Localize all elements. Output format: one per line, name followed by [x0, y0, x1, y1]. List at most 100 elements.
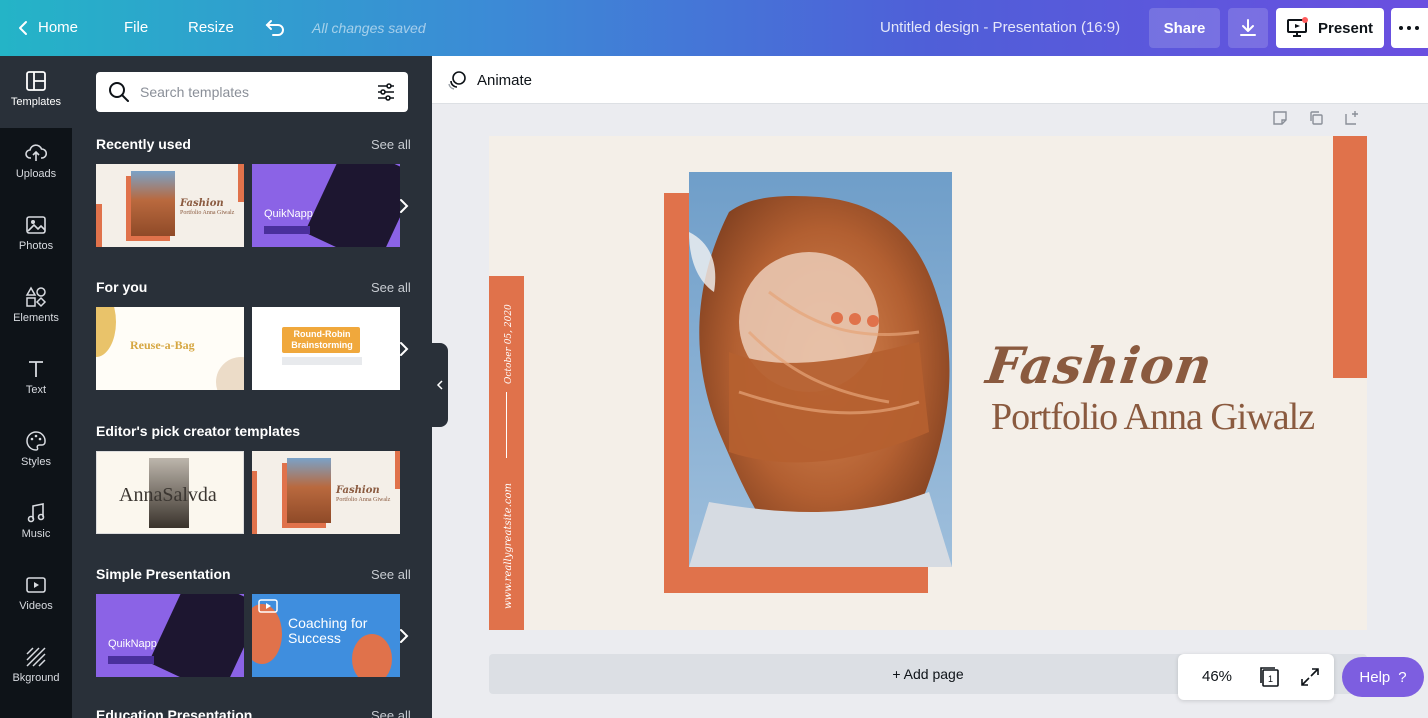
section-title-simple-presentation: Simple Presentation: [96, 566, 231, 582]
download-button[interactable]: [1228, 8, 1268, 48]
rail-label: Elements: [13, 312, 59, 324]
section-title-education-presentation: Education Presentation: [96, 707, 253, 718]
thumb-photo: [131, 171, 175, 236]
thumb-decor: [96, 307, 116, 357]
thumb-decor: [148, 594, 244, 677]
rail-label: Uploads: [15, 168, 57, 180]
rail-item-photos[interactable]: Photos: [0, 200, 72, 272]
slide-divider-line[interactable]: [506, 392, 507, 458]
thumb-title: Round-Robin Brainstorming: [291, 329, 353, 350]
thumb-decor: [238, 164, 244, 202]
video-icon: [258, 599, 278, 613]
thumb-title: Coaching for Success: [288, 615, 368, 646]
rail-item-elements[interactable]: Elements: [0, 272, 72, 344]
rail-item-styles[interactable]: Styles: [0, 416, 72, 488]
editor-toolbar: Animate: [432, 56, 1428, 104]
template-thumb-anna[interactable]: AnnaSalvda: [96, 451, 244, 534]
video-icon: [26, 577, 46, 593]
template-thumb-reuse-a-bag[interactable]: Reuse-a-Bag: [96, 307, 244, 390]
slide-subtitle[interactable]: Portfolio Anna Giwalz: [991, 395, 1315, 439]
chevron-right-icon[interactable]: [394, 196, 414, 216]
rail-item-templates[interactable]: Templates: [0, 56, 72, 128]
slide-title[interactable]: Fashion: [983, 336, 1217, 395]
present-button[interactable]: Present: [1276, 8, 1384, 48]
rail-item-videos[interactable]: Videos: [0, 560, 72, 632]
file-menu[interactable]: File: [124, 0, 148, 56]
fullscreen-icon[interactable]: [1300, 667, 1320, 687]
undo-button[interactable]: [263, 16, 287, 40]
see-all-link[interactable]: See all: [371, 708, 411, 718]
thumb-decor: [282, 357, 362, 365]
slide-photo[interactable]: [689, 172, 952, 567]
rail-item-background[interactable]: Bkground: [0, 632, 72, 704]
animate-label: Animate: [477, 71, 533, 89]
more-dot-icon: [1399, 26, 1403, 30]
page-tools: [1272, 110, 1360, 126]
see-all-link[interactable]: See all: [371, 137, 411, 152]
section-title-recently-used: Recently used: [96, 136, 191, 152]
page-grid-icon[interactable]: 1: [1258, 665, 1282, 689]
help-question-icon: ?: [1398, 668, 1407, 686]
slide-canvas[interactable]: October 05, 2020 www.reallygreatsite.com: [489, 136, 1367, 630]
side-nav-rail: Templates Uploads Photos Elements Text S…: [0, 56, 72, 718]
template-thumb-fashion[interactable]: Fashion Portfolio Anna Giwalz: [96, 164, 244, 247]
animate-button[interactable]: Animate: [446, 69, 532, 91]
search-input[interactable]: [140, 72, 360, 112]
photo-icon: [26, 216, 46, 234]
more-dot-icon: [1415, 26, 1419, 30]
help-button[interactable]: Help ?: [1342, 657, 1424, 697]
thumb-subtitle: Portfolio Anna Giwalz: [180, 210, 235, 216]
slide-accent-bar-right[interactable]: [1333, 136, 1367, 378]
share-button[interactable]: Share: [1149, 8, 1220, 48]
chevron-right-icon[interactable]: [394, 626, 414, 646]
template-thumb-round-robin[interactable]: Round-Robin Brainstorming: [252, 307, 400, 390]
slide-url: www.reallygreatsite.com: [503, 483, 514, 609]
animate-icon: [448, 71, 466, 90]
template-thumb-fashion-2[interactable]: Fashion Portfolio Anna Giwalz: [252, 451, 400, 534]
thumb-decor: [252, 604, 282, 664]
rail-item-text[interactable]: Text: [0, 344, 72, 416]
thumb-decor: [96, 204, 102, 247]
download-icon: [1240, 19, 1256, 36]
templates-icon: [26, 71, 46, 91]
filter-icon[interactable]: [376, 82, 396, 102]
home-button[interactable]: Home: [18, 0, 78, 56]
zoom-level[interactable]: 46%: [1202, 668, 1232, 685]
undo-icon: [265, 20, 284, 36]
thumb-decor: [304, 164, 400, 247]
add-page-icon[interactable]: [1344, 110, 1360, 126]
design-title[interactable]: Untitled design - Presentation (16:9): [880, 0, 1120, 56]
see-all-link[interactable]: See all: [371, 280, 411, 295]
resize-menu[interactable]: Resize: [188, 0, 234, 56]
thumb-title: QuikNapp: [264, 208, 313, 220]
elements-icon: [25, 286, 47, 308]
top-bar: Home File Resize All changes saved Untit…: [0, 0, 1428, 56]
rail-item-uploads[interactable]: Uploads: [0, 128, 72, 200]
slide-url-text[interactable]: www.reallygreatsite.com: [498, 471, 516, 611]
slide-date-text[interactable]: October 05, 2020: [498, 296, 516, 386]
section-title-for-you: For you: [96, 279, 148, 295]
duplicate-page-icon[interactable]: [1308, 110, 1324, 126]
chevron-right-icon[interactable]: [394, 339, 414, 359]
thumb-decor: [264, 226, 310, 234]
thumb-decor: [216, 357, 244, 390]
more-options-button[interactable]: [1391, 8, 1428, 48]
see-all-link[interactable]: See all: [371, 567, 411, 582]
text-icon: [29, 361, 43, 377]
template-thumb-quiknapp-2[interactable]: QuikNapp: [96, 594, 244, 677]
music-icon: [27, 503, 45, 523]
rail-label: Music: [21, 528, 51, 540]
zoom-controls: 46% 1: [1178, 654, 1334, 700]
template-thumb-quiknapp[interactable]: QuikNapp: [252, 164, 400, 247]
more-dot-icon: [1407, 26, 1411, 30]
thumb-title: AnnaSalvda: [119, 484, 217, 506]
notes-icon[interactable]: [1272, 110, 1288, 126]
thumb-decor: [395, 451, 400, 489]
collapse-panel-handle[interactable]: [432, 343, 448, 427]
thumb-decor: [252, 471, 257, 534]
rail-item-music[interactable]: Music: [0, 488, 72, 560]
page-count: 1: [1268, 674, 1273, 684]
search-icon: [109, 82, 129, 102]
template-thumb-coaching[interactable]: Coaching for Success: [252, 594, 400, 677]
rail-label: Styles: [21, 456, 51, 468]
